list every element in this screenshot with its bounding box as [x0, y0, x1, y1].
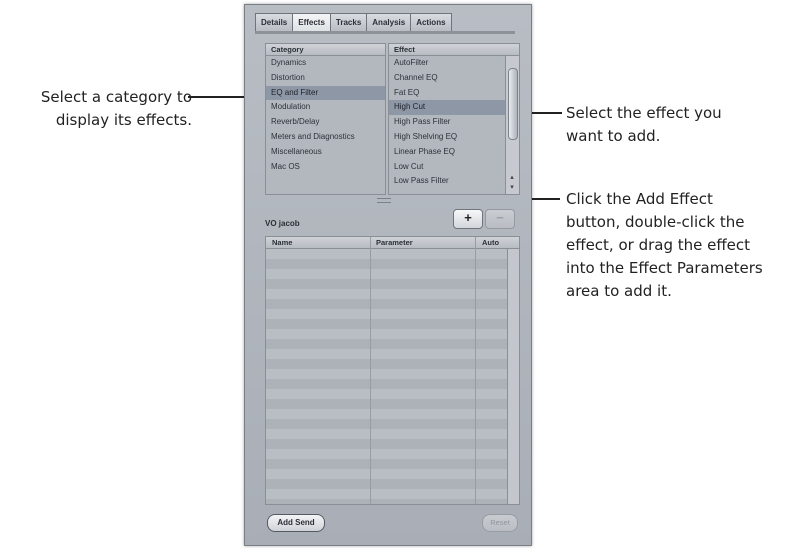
- reset-button[interactable]: Reset: [482, 514, 518, 532]
- category-item-selected[interactable]: EQ and Filter: [266, 85, 385, 101]
- effect-item[interactable]: Low Pass Filter: [389, 174, 505, 189]
- callout-effect: Select the effect you want to add.: [566, 102, 722, 148]
- callout-add-effect: Click the Add Effect button, double-clic…: [566, 188, 763, 303]
- add-effect-button[interactable]: +: [453, 209, 483, 229]
- tab-bar: Details Effects Tracks Analysis Actions: [255, 13, 452, 32]
- table-scrollbar[interactable]: [507, 249, 519, 504]
- callout-line: Click the Add Effect: [566, 190, 713, 208]
- callout-line: Select the effect you: [566, 104, 722, 122]
- category-item[interactable]: Miscellaneous: [266, 145, 385, 160]
- effect-item[interactable]: Channel EQ: [389, 71, 505, 86]
- effect-item[interactable]: AutoFilter: [389, 56, 505, 71]
- scroll-up-arrow-icon[interactable]: ▴: [508, 174, 516, 182]
- callout-line: display its effects.: [55, 111, 192, 129]
- column-header-name[interactable]: Name: [268, 237, 292, 248]
- tab-details[interactable]: Details: [255, 13, 293, 32]
- column-header-auto[interactable]: Auto: [478, 237, 499, 248]
- category-item[interactable]: Meters and Diagnostics: [266, 130, 385, 145]
- callout-line: Select a category to: [40, 88, 192, 106]
- effect-parameters-table[interactable]: Name Parameter Auto: [265, 236, 520, 505]
- column-divider: [475, 237, 476, 504]
- tab-underline: [255, 31, 515, 34]
- tab-tracks[interactable]: Tracks: [329, 13, 367, 32]
- track-name-label: VO jacob: [265, 219, 300, 228]
- effect-item[interactable]: High Shelving EQ: [389, 130, 505, 145]
- effect-item-selected[interactable]: High Cut: [389, 100, 505, 116]
- pane-splitter-handle[interactable]: [377, 198, 391, 203]
- category-item[interactable]: Distortion: [266, 71, 385, 86]
- effect-item[interactable]: High Pass Filter: [389, 115, 505, 130]
- category-item[interactable]: Reverb/Delay: [266, 115, 385, 130]
- scroll-down-arrow-icon[interactable]: ▾: [508, 184, 516, 192]
- callout-line: into the Effect Parameters: [566, 259, 763, 277]
- callout-line: want to add.: [566, 127, 661, 145]
- effect-items: AutoFilter Channel EQ Fat EQ High Cut Hi…: [389, 56, 505, 189]
- callout-category: Select a category to display its effects…: [10, 86, 192, 132]
- category-item[interactable]: Dynamics: [266, 56, 385, 71]
- add-send-button[interactable]: Add Send: [267, 514, 325, 532]
- column-divider: [370, 237, 371, 504]
- callout-line: effect, or drag the effect: [566, 236, 751, 254]
- effect-header: Effect: [389, 44, 519, 56]
- column-header-parameter[interactable]: Parameter: [372, 237, 413, 248]
- tab-analysis[interactable]: Analysis: [366, 13, 411, 32]
- tab-actions[interactable]: Actions: [410, 13, 452, 32]
- effect-item[interactable]: Low Cut: [389, 160, 505, 175]
- category-list: Category Dynamics Distortion EQ and Filt…: [265, 43, 386, 195]
- remove-effect-button[interactable]: −: [485, 209, 515, 229]
- category-item[interactable]: Mac OS: [266, 160, 385, 175]
- callout-line: area to add it.: [566, 282, 672, 300]
- category-header: Category: [266, 44, 385, 56]
- callout-line: button, double-click the: [566, 213, 745, 231]
- effect-scrollbar[interactable]: ▴ ▾: [505, 56, 519, 194]
- category-item[interactable]: Modulation: [266, 100, 385, 115]
- table-rows: [266, 249, 507, 504]
- effect-scroll-thumb[interactable]: [508, 68, 518, 140]
- inspector-panel: Details Effects Tracks Analysis Actions …: [244, 4, 532, 546]
- effect-item[interactable]: Linear Phase EQ: [389, 145, 505, 160]
- effect-list: Effect AutoFilter Channel EQ Fat EQ High…: [388, 43, 520, 195]
- effect-item[interactable]: Fat EQ: [389, 86, 505, 101]
- tab-effects[interactable]: Effects: [292, 13, 330, 32]
